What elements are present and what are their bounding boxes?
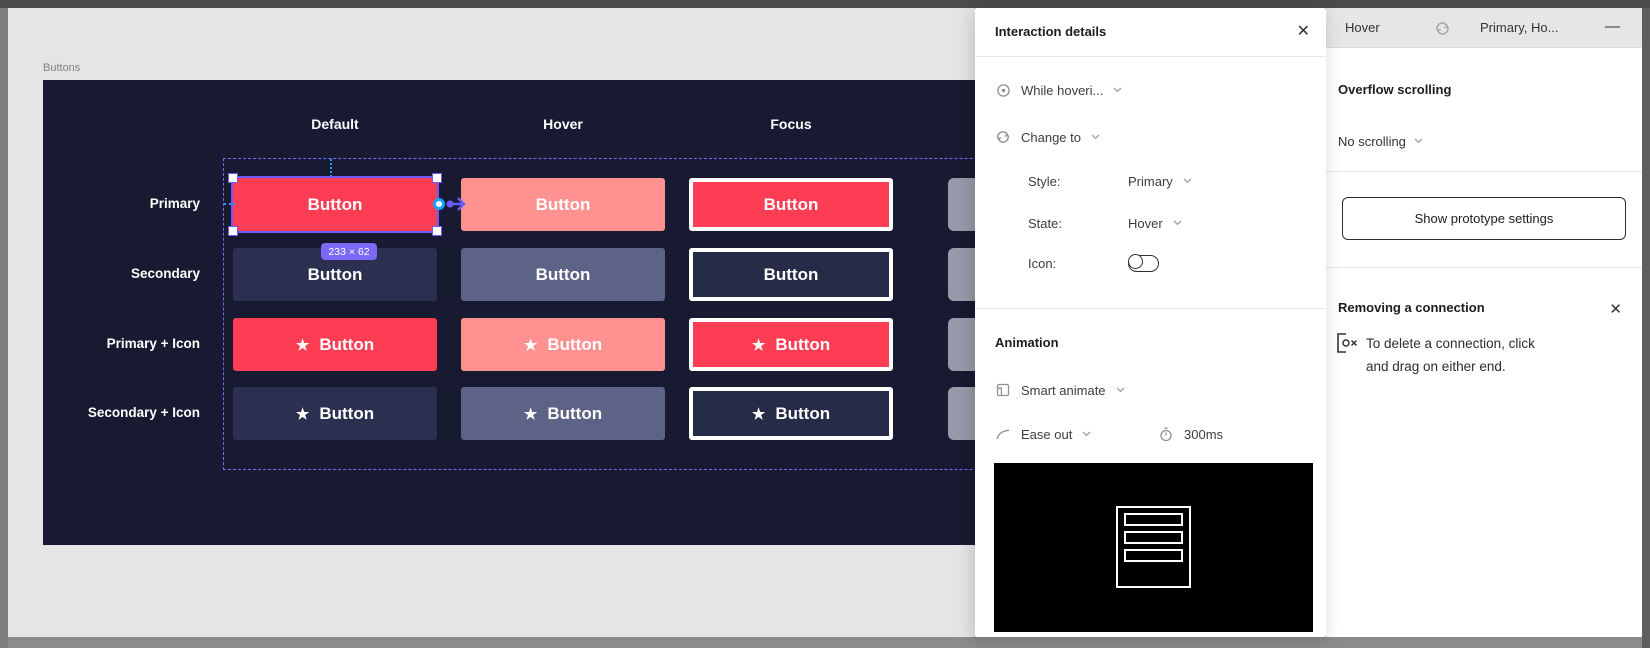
interaction-destination[interactable]: Primary, Ho... <box>1480 20 1559 35</box>
window-border-top <box>0 0 1650 8</box>
sidebar-divider <box>1326 267 1642 268</box>
prototype-connection-arrow[interactable] <box>431 193 473 215</box>
size-badge: 233 × 62 <box>321 243 377 260</box>
buttons-frame[interactable]: Default Hover Focus Primary Secondary Primary… <box>43 80 975 545</box>
row-label[interactable]: Secondary + Icon <box>43 405 200 422</box>
window-border-bottom <box>8 637 1642 648</box>
row-label[interactable]: Secondary <box>43 266 200 283</box>
interaction-trigger[interactable]: Hover <box>1345 20 1380 35</box>
duration-value[interactable]: 300ms <box>1184 427 1223 442</box>
measure-guide-vertical <box>330 159 332 177</box>
state-field: State: Hover <box>1028 207 1182 239</box>
style-field: Style: Primary <box>1028 165 1192 197</box>
close-icon[interactable]: ✕ <box>1297 21 1310 41</box>
state-label: State: <box>1028 215 1062 231</box>
remove-interaction-button[interactable]: — <box>1605 18 1620 35</box>
panel-header: Interaction details ✕ <box>975 8 1326 57</box>
timer-icon <box>1158 427 1174 442</box>
smart-animate-icon <box>995 383 1011 397</box>
delete-connection-icon <box>1334 330 1361 362</box>
easing-value[interactable]: Ease out <box>1021 427 1072 442</box>
icon-label: Icon: <box>1028 255 1057 271</box>
action-dropdown[interactable]: Change to <box>995 121 1100 153</box>
overflow-scrolling-heading: Overflow scrolling <box>1338 82 1452 97</box>
chevron-down-icon <box>1116 387 1125 393</box>
preview-wireframe-bar <box>1124 513 1183 526</box>
interaction-row[interactable]: Hover Primary, Ho... — <box>1326 8 1642 48</box>
sidebar-divider <box>1326 171 1642 172</box>
preview-wireframe-bar <box>1124 531 1183 544</box>
animation-heading: Animation <box>995 335 1059 350</box>
animation-type-value[interactable]: Smart animate <box>1021 383 1106 398</box>
selection-handle-top-right[interactable] <box>432 173 442 183</box>
column-header-hover[interactable]: Hover <box>461 116 665 134</box>
swap-icon <box>1434 20 1451 40</box>
ease-curve-icon <box>995 429 1011 440</box>
chevron-down-icon <box>1082 431 1091 437</box>
row-label[interactable]: Primary <box>43 196 200 213</box>
panel-title: Interaction details <box>995 24 1107 39</box>
duration-field[interactable]: 300ms <box>1158 418 1223 450</box>
panel-divider <box>975 308 1326 309</box>
column-header-focus[interactable]: Focus <box>689 116 893 134</box>
frame-name-label[interactable]: Buttons <box>43 62 80 74</box>
selection-handle-bottom-left[interactable] <box>228 226 238 236</box>
icon-toggle[interactable] <box>1127 254 1159 272</box>
selection-handle-bottom-right[interactable] <box>432 226 442 236</box>
tip-heading: Removing a connection <box>1338 300 1485 315</box>
style-value-dropdown[interactable]: Primary <box>1128 174 1173 189</box>
selection-outline[interactable] <box>228 173 442 236</box>
show-prototype-settings-button[interactable]: Show prototype settings <box>1342 197 1626 240</box>
chevron-down-icon <box>1113 87 1122 93</box>
close-icon[interactable]: ✕ <box>1609 300 1622 318</box>
animation-preview <box>994 463 1313 632</box>
preview-wireframe-bar <box>1124 549 1183 562</box>
row-label[interactable]: Primary + Icon <box>43 336 200 353</box>
target-icon <box>995 83 1011 98</box>
trigger-dropdown[interactable]: While hoveri... <box>995 74 1122 106</box>
window-border-left <box>0 8 8 648</box>
state-value-dropdown[interactable]: Hover <box>1128 216 1163 231</box>
toggle-knob <box>1127 254 1143 269</box>
tip-text-line1: To delete a connection, click <box>1366 336 1535 351</box>
animation-type-dropdown[interactable]: Smart animate <box>995 374 1125 406</box>
icon-field: Icon: <box>1028 247 1159 279</box>
overflow-scrolling-value[interactable]: No scrolling <box>1338 134 1406 149</box>
chevron-down-icon <box>1414 138 1423 144</box>
chevron-down-icon <box>1091 134 1100 140</box>
chevron-down-icon <box>1173 220 1182 226</box>
column-header-default[interactable]: Default <box>233 116 437 134</box>
tip-text-line2: and drag on either end. <box>1366 359 1506 374</box>
preview-wireframe <box>1116 506 1191 588</box>
easing-dropdown[interactable]: Ease out <box>995 418 1091 450</box>
style-label: Style: <box>1028 173 1061 189</box>
window-border-right <box>1642 8 1650 648</box>
swap-icon <box>995 129 1011 145</box>
figma-window: Buttons Default Hover Focus Primary Secondar… <box>0 0 1650 648</box>
selection-handle-top-left[interactable] <box>228 173 238 183</box>
interaction-details-panel: Interaction details ✕ While hoveri... Ch… <box>975 8 1326 637</box>
canvas[interactable]: Buttons Default Hover Focus Primary Secondar… <box>8 8 975 637</box>
prototype-sidebar: Hover Primary, Ho... — Overflow scrollin… <box>1326 8 1642 637</box>
overflow-scrolling-dropdown[interactable]: No scrolling <box>1338 125 1423 157</box>
chevron-down-icon <box>1183 178 1192 184</box>
action-value[interactable]: Change to <box>1021 130 1081 145</box>
trigger-value[interactable]: While hoveri... <box>1021 83 1103 98</box>
